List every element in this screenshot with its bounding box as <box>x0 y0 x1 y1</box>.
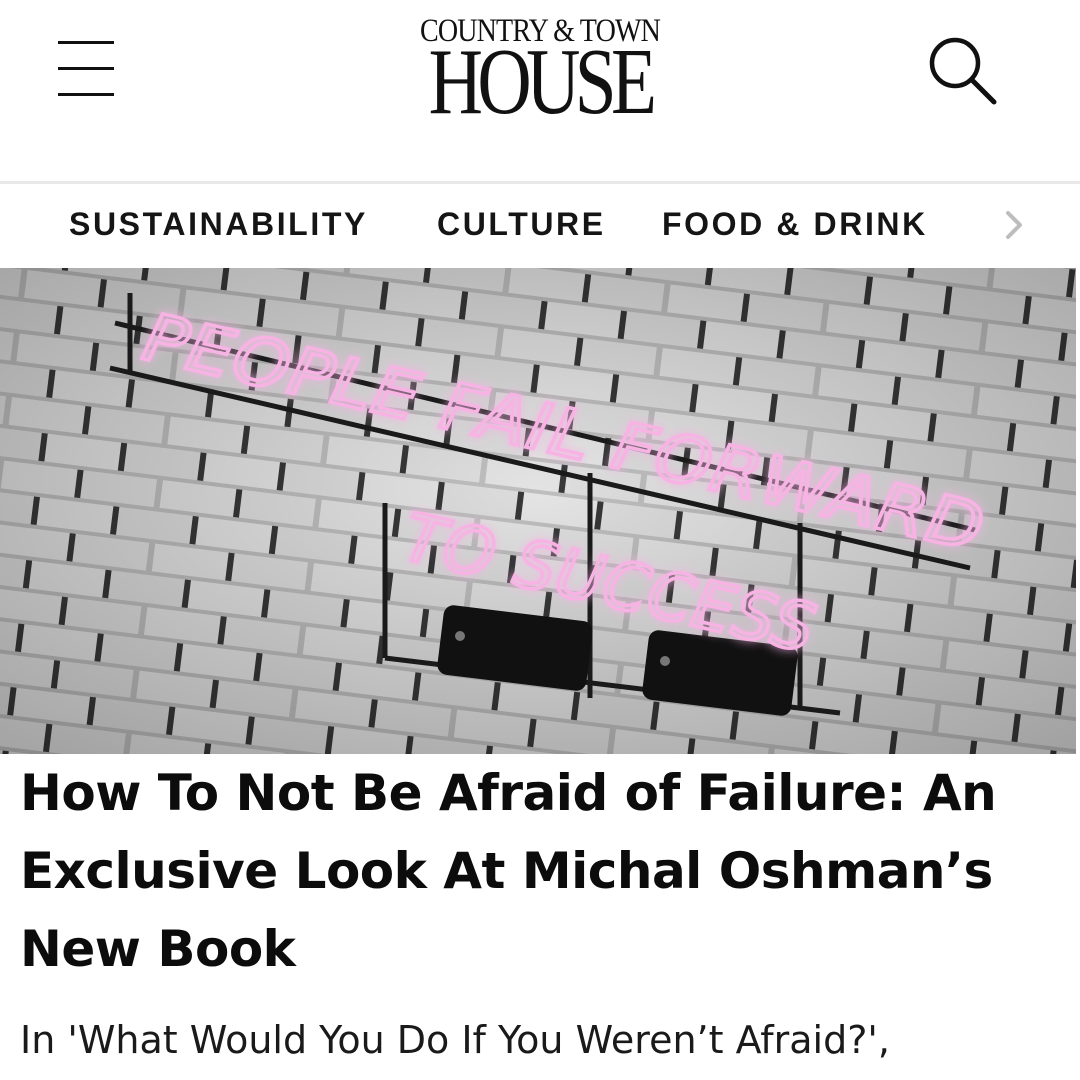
site-logo[interactable]: COUNTRY & TOWN HOUSE <box>0 14 1080 134</box>
logo-main-text: HOUSE <box>428 30 657 134</box>
search-icon[interactable] <box>920 28 1004 112</box>
nav-item-food-drink[interactable]: FOOD & DRINK <box>662 206 928 243</box>
nav-item-culture[interactable]: CULTURE <box>437 206 606 243</box>
site-header: COUNTRY & TOWN HOUSE <box>0 0 1080 181</box>
chevron-right-icon[interactable] <box>998 208 1032 242</box>
article-title[interactable]: How To Not Be Afraid of Failure: An Excl… <box>20 754 1060 988</box>
hero-image[interactable]: PEOPLE FAIL FORWARD TO SUCCESS <box>0 268 1076 754</box>
category-nav: SUSTAINABILITY CULTURE FOOD & DRINK <box>0 184 1080 268</box>
article-dek: In 'What Would You Do If You Weren’t Afr… <box>20 1018 890 1062</box>
nav-item-sustainability[interactable]: SUSTAINABILITY <box>69 206 368 243</box>
